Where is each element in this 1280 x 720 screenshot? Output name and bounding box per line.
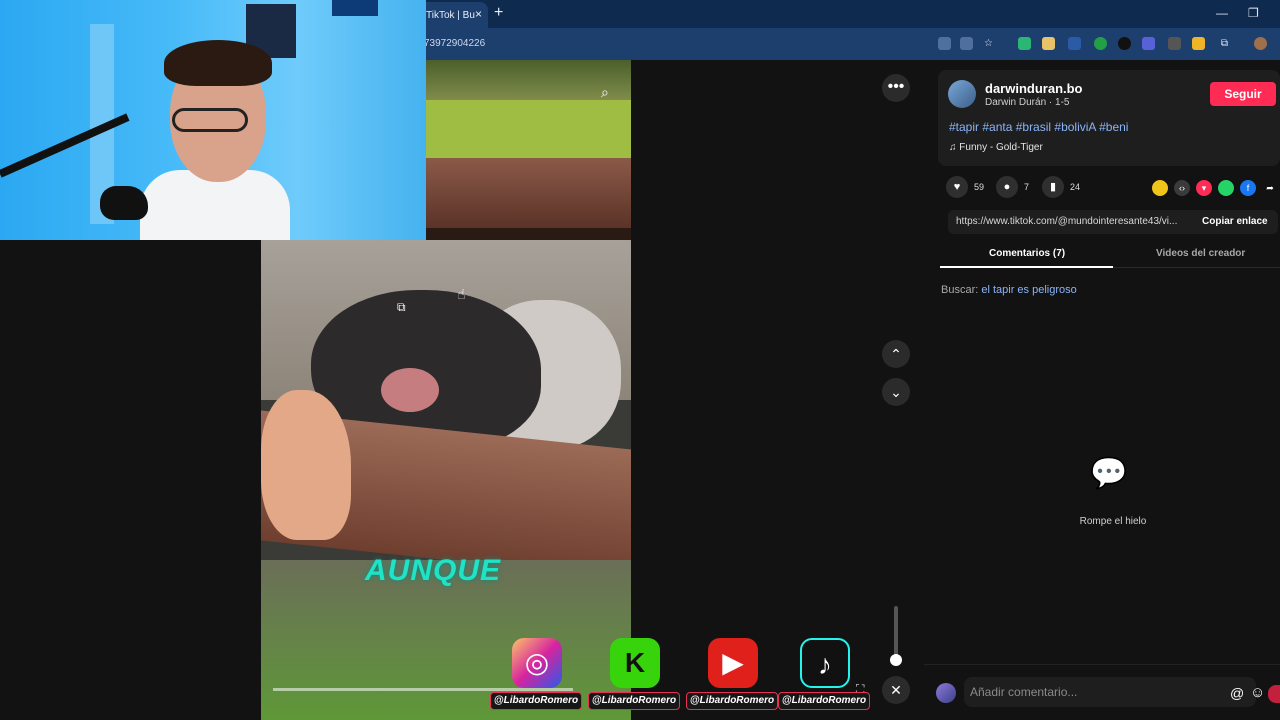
browser-tab[interactable]: TikTok | Bu ×	[418, 2, 488, 28]
screen: TikTok | Bu × + — ❐ 73972904226 ☆ ⧉ AUNQ…	[0, 0, 1280, 720]
kick-icon: K	[610, 638, 660, 688]
social-kick: K @LibardoRomero	[588, 636, 680, 714]
url-text[interactable]: 73972904226	[424, 38, 485, 49]
bookmark-icon: ▮	[1042, 176, 1064, 198]
user-avatar	[936, 683, 956, 703]
link-extension-icon[interactable]	[1118, 37, 1131, 50]
panel-tabs: Comentarios (7) Videos del creador	[940, 240, 1280, 268]
music-track[interactable]: ♫ Funny - Gold-Tiger	[949, 142, 1043, 153]
comment-composer: Añadir comentario... @ ☺	[924, 664, 1280, 720]
share-arrow-icon[interactable]: ➦	[1262, 180, 1278, 196]
shield-extension-icon[interactable]	[1018, 37, 1031, 50]
pen-extension-icon[interactable]	[1142, 37, 1155, 50]
instagram-icon: ◎	[512, 638, 562, 688]
empty-comments-icon: 💬	[1090, 457, 1128, 490]
post-button[interactable]	[1268, 685, 1280, 703]
profile-avatar[interactable]	[1254, 37, 1267, 50]
folder-extension-icon[interactable]	[1042, 37, 1055, 50]
hashtags[interactable]: #tapir #anta #brasil #boliviA #beni	[949, 120, 1128, 134]
details-panel: darwinduran.bo Darwin Durán · 1-5 Seguir…	[924, 60, 1280, 720]
gray-extension-icon[interactable]	[1168, 37, 1181, 50]
author-subtitle: Darwin Durán · 1-5	[985, 97, 1070, 108]
share-url[interactable]: https://www.tiktok.com/@mundointeresante…	[956, 216, 1177, 227]
yellow-extension-icon[interactable]	[1192, 37, 1205, 50]
microphone	[100, 186, 148, 220]
comment-count: 7	[1024, 182, 1030, 192]
previous-video-button[interactable]: ⌃	[882, 340, 910, 368]
search-suggestion[interactable]: Buscar: el tapir es peligroso	[941, 284, 1077, 296]
restore-button[interactable]: ❐	[1248, 6, 1259, 20]
search-lens-icon[interactable]: ⌕	[601, 84, 609, 101]
author-avatar[interactable]	[948, 80, 976, 108]
cast-icon[interactable]	[960, 37, 973, 50]
tab-creator-videos[interactable]: Videos del creador	[1156, 248, 1245, 259]
social-banner: ◎ @LibardoRomero K @LibardoRomero ▶ @Lib…	[490, 636, 870, 716]
tab-title: TikTok | Bu	[426, 10, 475, 21]
star-icon[interactable]: ☆	[982, 37, 995, 50]
streamer-hair	[164, 40, 272, 86]
author-username[interactable]: darwinduran.bo	[985, 81, 1083, 96]
save-button[interactable]: ▮ 24	[1042, 176, 1080, 198]
comment-input[interactable]: Añadir comentario...	[964, 677, 1256, 707]
social-tiktok: ♪ @LibardoRomero	[778, 636, 870, 714]
heart-icon: ♥	[946, 176, 968, 198]
minimize-button[interactable]: —	[1216, 6, 1228, 20]
social-instagram: ◎ @LibardoRomero	[490, 636, 582, 714]
active-tab-indicator	[940, 266, 1113, 268]
whatsapp-icon[interactable]	[1218, 180, 1234, 196]
share-link-box: https://www.tiktok.com/@mundointeresante…	[948, 210, 1278, 234]
poster	[332, 0, 378, 16]
social-handle: @LibardoRomero	[588, 692, 680, 710]
like-count: 59	[974, 182, 985, 192]
comment-icon: ●	[996, 176, 1018, 198]
video-caption: AUNQUE	[365, 554, 502, 587]
social-handle: @LibardoRomero	[686, 692, 778, 710]
mouse-cursor-icon: ☝	[457, 286, 466, 302]
new-tab-button[interactable]: +	[494, 4, 503, 22]
emoji-icon[interactable]: ☺	[1250, 684, 1265, 701]
puzzle-icon[interactable]: ⧉	[1218, 37, 1231, 50]
follow-button[interactable]: Seguir	[1210, 82, 1276, 106]
green-extension-icon[interactable]	[1094, 37, 1107, 50]
social-handle: @LibardoRomero	[490, 692, 582, 710]
like-button[interactable]: ♥ 59	[946, 176, 984, 198]
tapir-mouth	[381, 368, 439, 412]
hand	[261, 390, 351, 540]
tab-close-icon[interactable]: ×	[475, 7, 482, 21]
embed-icon[interactable]: ‹›	[1174, 180, 1190, 196]
next-video-button[interactable]: ⌄	[882, 378, 910, 406]
friends-share-icon[interactable]	[1152, 180, 1168, 196]
search-query[interactable]: el tapir es peligroso	[981, 284, 1076, 296]
tab-comments[interactable]: Comentarios (7)	[989, 248, 1065, 259]
more-options-button[interactable]: •••	[882, 74, 910, 102]
search-prefix: Buscar:	[941, 284, 979, 296]
facebook-icon[interactable]: f	[1240, 180, 1256, 196]
streamer-glasses	[172, 108, 248, 132]
comment-button[interactable]: ● 7	[996, 176, 1029, 198]
mute-button[interactable]: ✕	[882, 676, 910, 704]
social-handle: @LibardoRomero	[778, 692, 870, 710]
empty-comments-text: Rompe el hielo	[1079, 516, 1147, 527]
send-icon[interactable]: ▾	[1196, 180, 1212, 196]
volume-knob[interactable]	[890, 654, 902, 666]
save-count: 24	[1070, 182, 1081, 192]
tiktok-icon: ♪	[800, 638, 850, 688]
webcam-overlay	[0, 0, 426, 240]
translate-icon[interactable]	[938, 37, 951, 50]
social-youtube: ▶ @LibardoRomero	[686, 636, 778, 714]
copy-link-button[interactable]: Copiar enlace	[1202, 216, 1268, 227]
youtube-icon: ▶	[708, 638, 758, 688]
action-row: ♥ 59 ● 7 ▮ 24 ‹› ▾ f ➦	[938, 176, 1280, 200]
extension-icon[interactable]	[1068, 37, 1081, 50]
author-card: darwinduran.bo Darwin Durán · 1-5 Seguir…	[938, 70, 1280, 166]
mention-icon[interactable]: @	[1230, 685, 1244, 701]
pip-icon[interactable]: ⧉	[397, 300, 406, 315]
